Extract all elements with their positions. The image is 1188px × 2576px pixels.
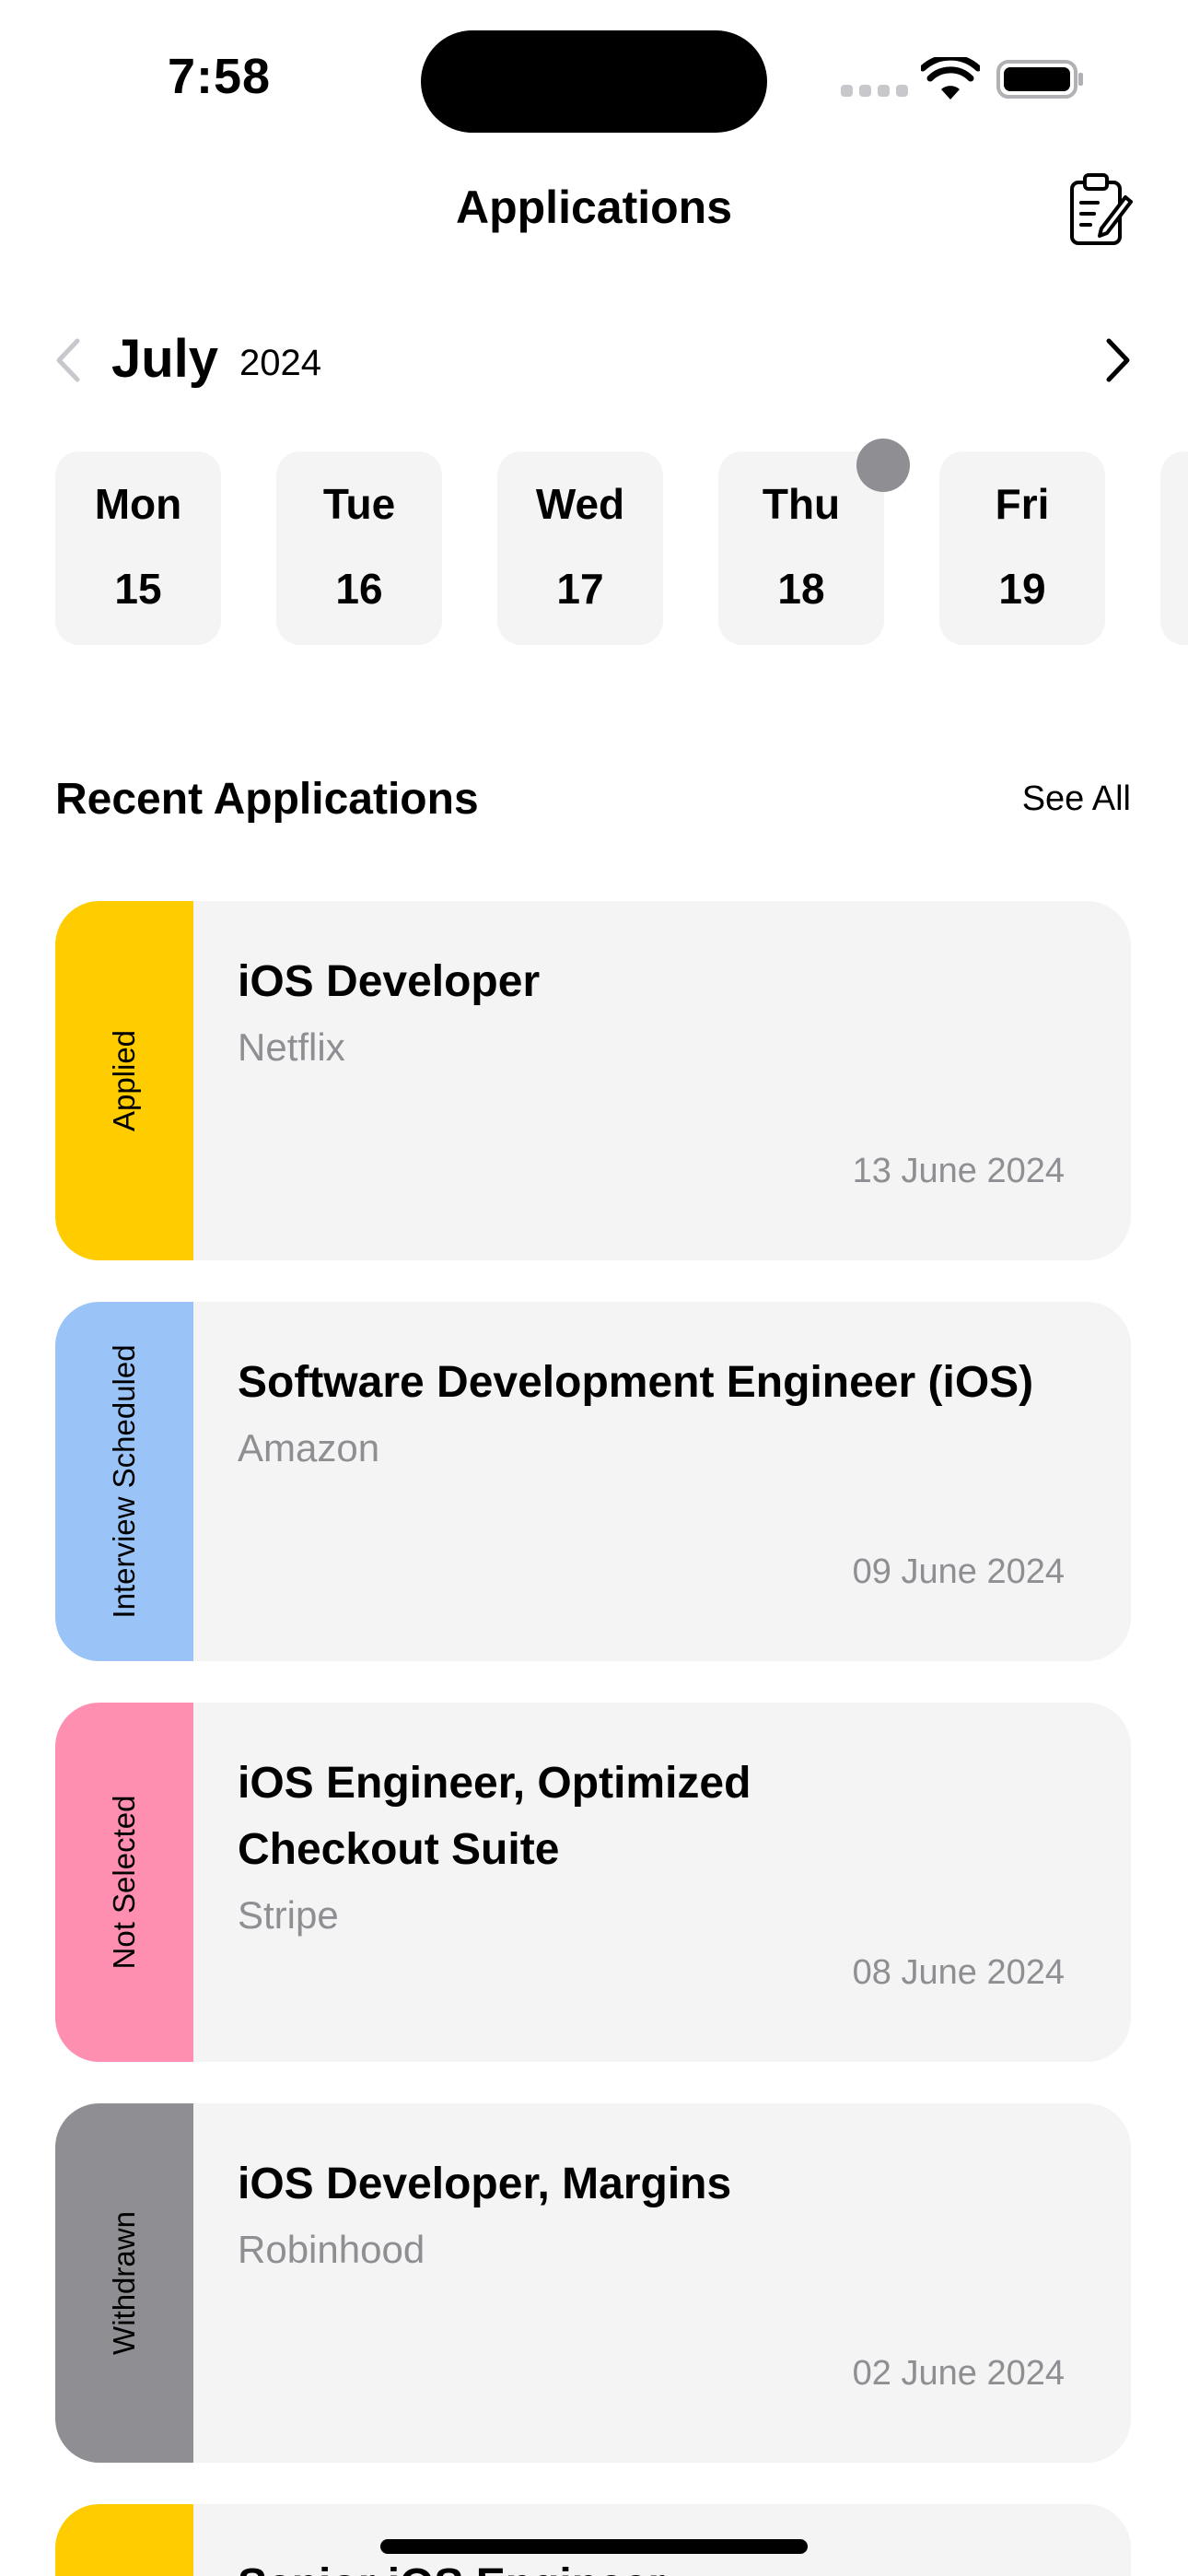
day-number: 17 xyxy=(556,565,604,613)
application-date: 13 June 2024 xyxy=(852,1152,1065,1190)
status-label: Applied xyxy=(107,1029,141,1132)
application-card[interactable]: Interview Scheduled Software Development… xyxy=(55,1302,1131,1661)
status-strip xyxy=(55,2504,193,2576)
day-card[interactable]: Thu 18 xyxy=(718,451,884,645)
job-title: iOS Developer xyxy=(238,957,541,1006)
day-card[interactable]: Fri 19 xyxy=(939,451,1105,645)
job-title: iOS Engineer, Optimized Checkout Suite xyxy=(238,1759,751,1874)
year-label: 2024 xyxy=(239,343,321,383)
clipboard-edit-icon[interactable] xyxy=(1068,171,1133,247)
status-label: Interview Scheduled xyxy=(107,1344,141,1619)
job-title: iOS Developer, Margins xyxy=(238,2160,732,2208)
application-date: 02 June 2024 xyxy=(852,2354,1065,2393)
day-name: Wed xyxy=(535,480,625,528)
day-card[interactable]: Mon 15 xyxy=(55,451,221,645)
today-indicator-dot xyxy=(856,439,910,492)
section-title: Recent Applications xyxy=(55,775,479,824)
day-card[interactable]: Wed 17 xyxy=(497,451,663,645)
day-card[interactable]: Tue 16 xyxy=(276,451,442,645)
application-card[interactable]: Not Selected iOS Engineer, Optimized Che… xyxy=(55,1703,1131,2062)
company-name: Robinhood xyxy=(238,2228,425,2271)
cellular-signal-icon xyxy=(841,85,908,97)
previous-month-chevron-icon[interactable] xyxy=(52,337,85,383)
application-card[interactable]: Withdrawn iOS Developer, Margins Robinho… xyxy=(55,2103,1131,2463)
day-number: 16 xyxy=(335,565,383,613)
status-label: Not Selected xyxy=(107,1795,141,1970)
day-name: Fri xyxy=(995,480,1050,528)
day-number: 19 xyxy=(998,565,1046,613)
day-card-partial[interactable] xyxy=(1160,451,1188,645)
application-card[interactable]: Applied iOS Developer Netflix 13 June 20… xyxy=(55,901,1131,1260)
day-number: 18 xyxy=(777,565,825,613)
home-indicator xyxy=(380,2539,808,2554)
dynamic-island xyxy=(421,30,767,133)
day-number: 15 xyxy=(114,565,162,613)
status-strip: Interview Scheduled xyxy=(55,1302,193,1661)
status-strip: Not Selected xyxy=(55,1703,193,2062)
company-name: Stripe xyxy=(238,1893,339,1937)
page-title: Applications xyxy=(455,181,733,233)
status-strip: Withdrawn xyxy=(55,2103,193,2463)
month-label: July xyxy=(111,329,219,389)
day-name: Tue xyxy=(322,480,396,528)
job-title: Software Development Engineer (iOS) xyxy=(238,1358,1034,1407)
company-name: Amazon xyxy=(238,1426,380,1469)
status-label: Withdrawn xyxy=(107,2211,141,2355)
day-selector[interactable]: Mon 15 Tue 16 Wed 17 Thu 18 Fri 19 xyxy=(55,451,1188,645)
status-strip: Applied xyxy=(55,901,193,1260)
job-title: Senior iOS Engineer xyxy=(238,2560,665,2576)
day-name: Thu xyxy=(762,480,841,528)
battery-icon xyxy=(996,60,1083,99)
company-name: Netflix xyxy=(238,1025,345,1069)
day-name: Mon xyxy=(94,480,182,528)
next-month-chevron-icon[interactable] xyxy=(1101,337,1135,383)
see-all-button[interactable]: See All xyxy=(1022,779,1131,819)
status-time: 7:58 xyxy=(168,49,272,104)
wifi-icon xyxy=(921,57,980,100)
application-date: 09 June 2024 xyxy=(852,1552,1065,1591)
application-date: 08 June 2024 xyxy=(852,1953,1065,1992)
